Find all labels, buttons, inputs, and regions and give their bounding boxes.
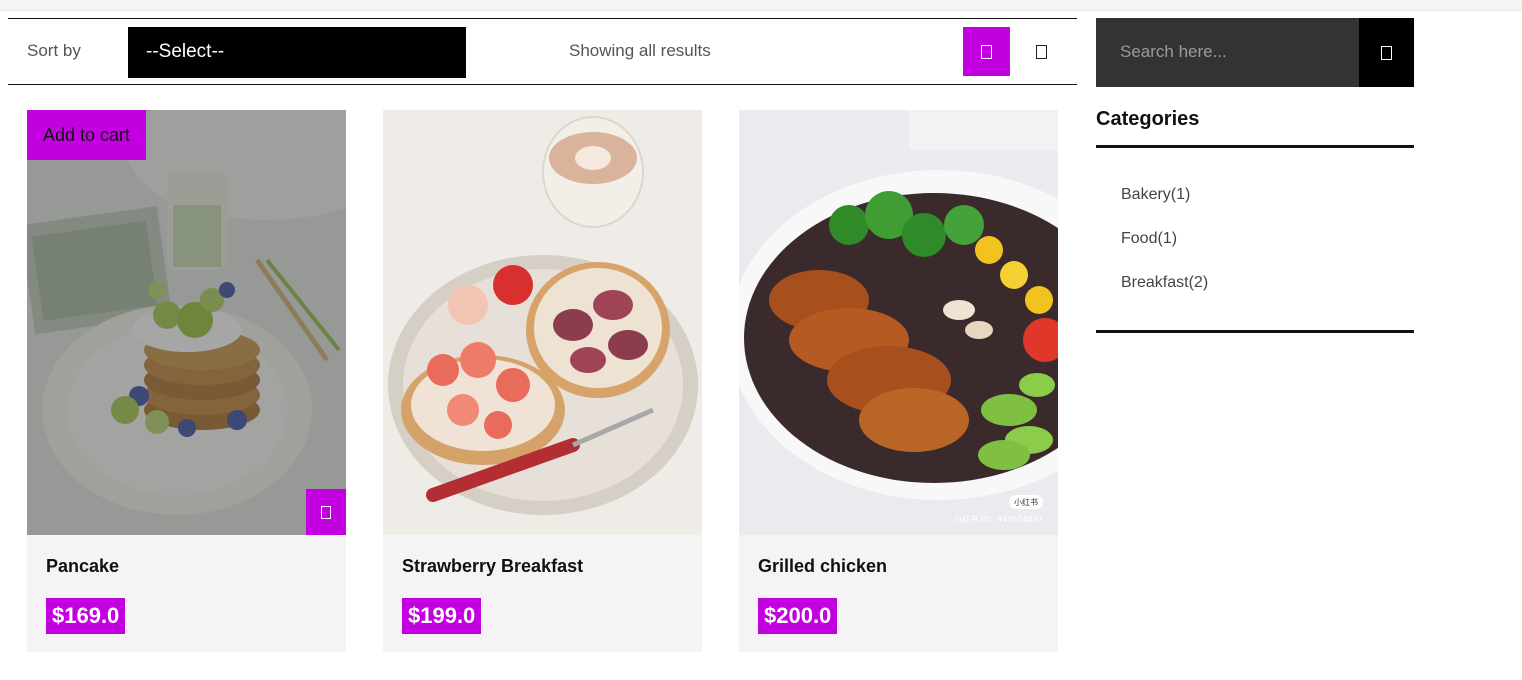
category-item[interactable]: Food(1) (1121, 230, 1177, 248)
search-input[interactable]: Search here... (1096, 18, 1360, 87)
categories-divider-top (1096, 145, 1414, 148)
list-view-button[interactable] (1018, 27, 1065, 76)
category-item[interactable]: Breakfast(2) (1121, 274, 1208, 292)
list-icon (1036, 44, 1047, 59)
product-image-pancake[interactable]: Add to cart (27, 110, 346, 535)
product-image-strawberry[interactable] (383, 110, 702, 535)
search-button[interactable] (1359, 18, 1414, 87)
eye-icon (321, 505, 331, 519)
categories-divider-bottom (1096, 330, 1414, 333)
grilled-chicken-photo: 小红书 小红书 ID：947674837 (739, 110, 1058, 535)
pancake-photo (27, 110, 346, 535)
strawberry-breakfast-photo (383, 110, 702, 535)
results-count: Showing all results (569, 41, 711, 60)
watermark-app: 小红书 (1014, 497, 1038, 507)
browser-top-strip (0, 0, 1522, 11)
grid-icon (981, 44, 992, 59)
grid-view-button[interactable] (963, 27, 1010, 76)
product-name[interactable]: Strawberry Breakfast (402, 556, 583, 577)
add-to-cart-button[interactable]: Add to cart (27, 110, 147, 160)
product-price: $199.0 (402, 598, 482, 634)
product-price: $200.0 (758, 598, 838, 634)
quick-view-button[interactable] (306, 489, 346, 535)
categories-heading: Categories (1096, 108, 1200, 130)
product-card-grilled-chicken[interactable]: 小红书 小红书 ID：947674837 Grilled chicken $20… (739, 110, 1058, 652)
watermark-id: 小红书 ID：947674837 (954, 514, 1043, 524)
product-card-strawberry-breakfast[interactable]: Strawberry Breakfast $199.0 (383, 110, 702, 652)
product-name[interactable]: Grilled chicken (758, 556, 887, 577)
product-card-pancake[interactable]: Add to cart Pancake $169.0 (27, 110, 346, 652)
product-price: $169.0 (46, 598, 126, 634)
product-image-chicken[interactable]: 小红书 小红书 ID：947674837 (739, 110, 1058, 535)
sort-select[interactable]: --Select-- (128, 27, 466, 78)
category-item[interactable]: Bakery(1) (1121, 186, 1190, 204)
search-icon (1381, 45, 1392, 60)
sort-label: Sort by (27, 41, 81, 60)
product-name[interactable]: Pancake (46, 556, 119, 577)
shop-toolbar: Sort by --Select-- Showing all results (8, 18, 1077, 85)
